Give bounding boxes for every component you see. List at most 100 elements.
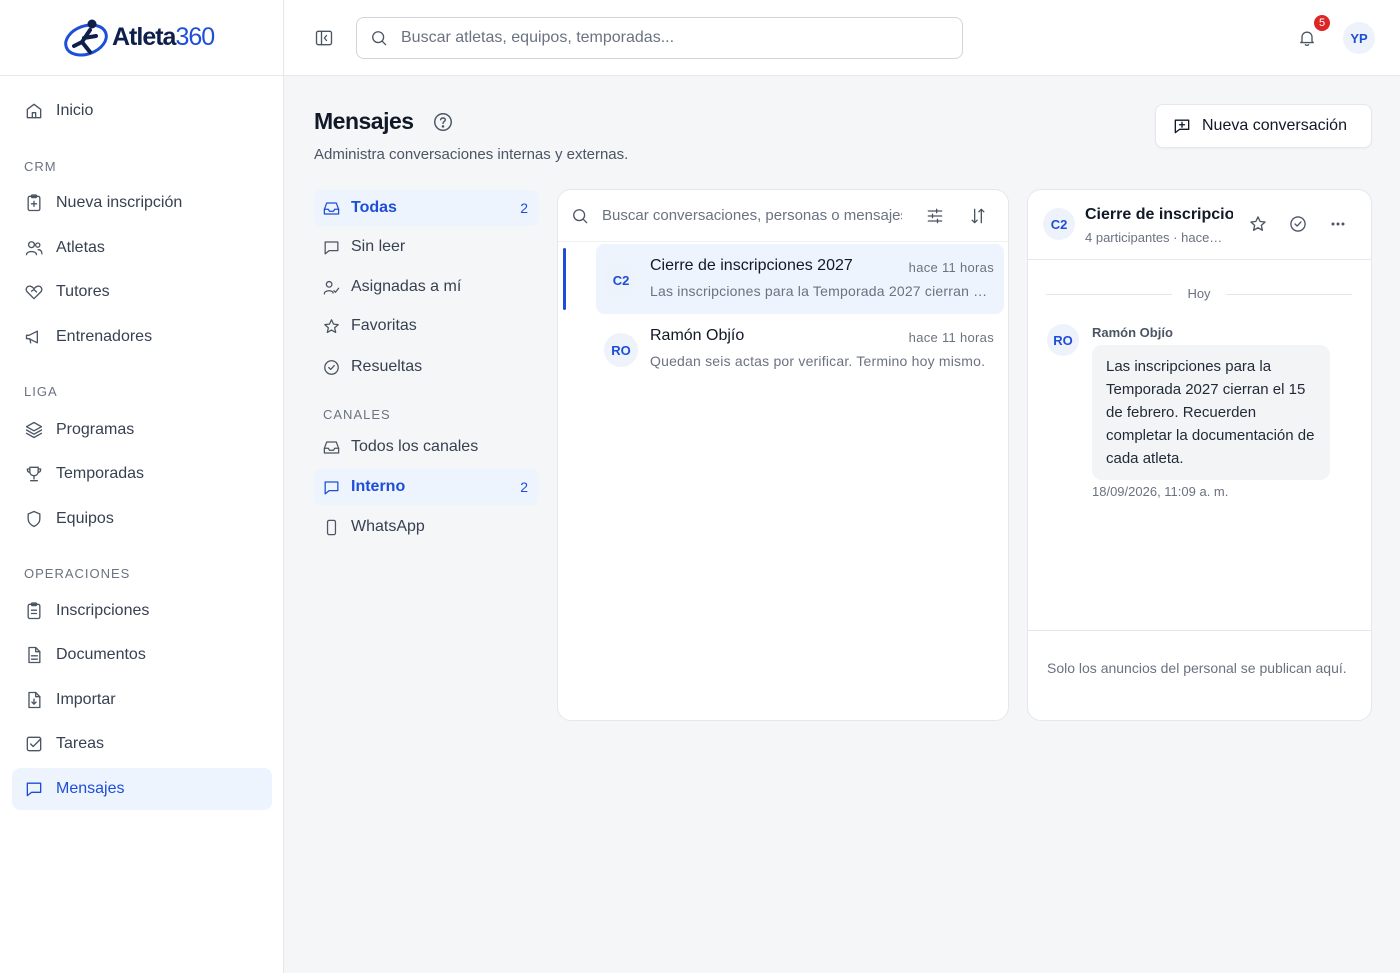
heart-handshake-icon <box>25 285 43 300</box>
channel-label: WhatsApp <box>351 518 425 535</box>
filter-resueltas[interactable]: Resueltas <box>314 349 538 385</box>
composer-notice: Solo los anuncios del personal se public… <box>1028 630 1371 720</box>
athlete-logo-icon <box>64 19 108 56</box>
users-icon <box>25 241 43 256</box>
conversation-participants: 4 participantes · hace 11 horas <box>1085 230 1225 245</box>
conversation-item[interactable]: C2 Cierre de inscripciones 2027 hace 11 … <box>596 244 1004 314</box>
global-search[interactable] <box>356 17 963 59</box>
filter-label: Asignadas a mí <box>351 278 462 295</box>
nav-item-mensajes[interactable]: Mensajes <box>12 768 272 810</box>
sidebar: Atleta360 Inicio CRM Nueva inscripción A… <box>0 0 284 973</box>
filter-todas[interactable]: Todas 2 <box>314 190 538 226</box>
filter-asignadas[interactable]: Asignadas a mí <box>314 269 538 305</box>
topbar: 5 YP <box>284 0 1400 76</box>
conversation-header: C2 Cierre de inscripciones 2027 4 partic… <box>1028 190 1371 260</box>
channel-interno[interactable]: Interno 2 <box>314 469 538 505</box>
brand-name: Atleta360 <box>112 23 215 51</box>
file-import-icon <box>28 691 41 709</box>
new-conversation-button[interactable]: Nueva conversación <box>1155 104 1372 148</box>
channel-todos[interactable]: Todos los canales <box>314 429 538 465</box>
help-button[interactable] <box>432 111 454 133</box>
message-bubble: Las inscripciones para la Temporada 2027… <box>1092 345 1330 480</box>
notifications-button[interactable] <box>1297 28 1317 48</box>
inbox-icon <box>323 440 340 454</box>
conversation-preview: Las inscripciones para la Temporada 2027… <box>650 283 990 299</box>
channel-label: Interno <box>351 478 406 495</box>
user-avatar[interactable]: YP <box>1343 22 1375 54</box>
more-options-button[interactable] <box>1328 214 1348 234</box>
search-icon <box>573 208 588 223</box>
sort-button[interactable] <box>968 206 988 226</box>
filter-favoritas[interactable]: Favoritas <box>314 308 538 344</box>
filter-sin-leer[interactable]: Sin leer <box>314 229 538 265</box>
message-square-icon <box>324 480 339 494</box>
nav-label: Entrenadores <box>56 328 153 345</box>
channel-count: 2 <box>520 479 528 495</box>
channels-heading: CANALES <box>323 407 391 422</box>
message-square-icon <box>324 240 339 254</box>
conversation-time: hace 11 horas <box>908 260 994 275</box>
section-liga: LIGA <box>24 384 58 399</box>
brand-logo[interactable]: Atleta360 <box>0 0 283 76</box>
nav-item-entrenadores[interactable]: Entrenadores <box>12 316 272 358</box>
nav-label: Temporadas <box>56 465 145 482</box>
clipboard-plus-icon <box>27 194 41 212</box>
day-separator: Hoy <box>1046 285 1352 305</box>
conversation-list-panel: C2 Cierre de inscripciones 2027 hace 11 … <box>557 189 1009 721</box>
star-icon <box>1250 216 1266 231</box>
conversation-preview: Quedan seis actas por verificar. Termino… <box>650 353 986 369</box>
clipboard-list-icon <box>27 602 41 620</box>
shield-icon <box>27 510 41 528</box>
conversation-avatar: C2 <box>604 263 638 297</box>
nav-label: Tutores <box>56 283 110 300</box>
nav-label: Tareas <box>56 735 105 752</box>
resolve-button[interactable] <box>1288 214 1308 234</box>
favorite-button[interactable] <box>1248 214 1268 234</box>
nav-item-equipos[interactable]: Equipos <box>12 498 272 540</box>
bell-icon <box>1300 31 1314 46</box>
filter-label: Resueltas <box>351 358 423 375</box>
conversation-title: Ramón Objío <box>650 327 745 344</box>
nav-item-inscripciones[interactable]: Inscripciones <box>12 590 272 632</box>
filter-label: Sin leer <box>351 238 406 255</box>
nav-item-temporadas[interactable]: Temporadas <box>12 453 272 495</box>
global-search-input[interactable] <box>401 29 941 47</box>
notification-badge: 5 <box>1313 14 1331 32</box>
nav-item-programas[interactable]: Programas <box>12 409 272 451</box>
conversation-search-input[interactable] <box>602 207 902 224</box>
help-circle-icon <box>434 113 452 131</box>
nav-item-atletas[interactable]: Atletas <box>12 227 272 269</box>
message-avatar: RO <box>1047 324 1079 356</box>
filter-settings-button[interactable] <box>925 206 945 226</box>
channel-whatsapp[interactable]: WhatsApp <box>314 509 538 545</box>
nav-label: Equipos <box>56 510 114 527</box>
conversation-item[interactable]: RO Ramón Objío hace 11 horas Quedan seis… <box>596 314 1004 384</box>
checkbox-icon <box>26 736 42 752</box>
collapse-sidebar-button[interactable] <box>314 28 334 48</box>
nav-item-tutores[interactable]: Tutores <box>12 271 272 313</box>
nav-item-nueva-inscripcion[interactable]: Nueva inscripción <box>12 182 272 224</box>
nav-item-tareas[interactable]: Tareas <box>12 723 272 765</box>
more-horizontal-icon <box>1331 222 1345 226</box>
conversation-avatar: RO <box>604 333 638 367</box>
smartphone-icon <box>326 519 337 535</box>
nav-item-importar[interactable]: Importar <box>12 679 272 721</box>
page-title: Mensajes <box>314 108 414 134</box>
new-conversation-label: Nueva conversación <box>1202 117 1347 134</box>
nav-item-documentos[interactable]: Documentos <box>12 634 272 676</box>
trophy-icon <box>26 466 42 482</box>
sort-arrows-icon <box>971 208 985 224</box>
conversation-title: Cierre de inscripciones 2027 <box>650 257 853 274</box>
message-plus-icon <box>1174 119 1190 134</box>
nav-label: Inicio <box>56 102 94 119</box>
search-icon <box>372 31 387 46</box>
sliders-icon <box>927 208 943 224</box>
megaphone-icon <box>25 330 38 344</box>
nav-item-inicio[interactable]: Inicio <box>12 90 272 132</box>
conversation-detail-title: Cierre de inscripciones 2027 <box>1085 206 1233 223</box>
nav-label: Importar <box>56 691 116 708</box>
layers-icon <box>25 421 43 439</box>
conversation-detail-panel: C2 Cierre de inscripciones 2027 4 partic… <box>1027 189 1372 721</box>
star-icon <box>324 318 339 333</box>
home-icon <box>26 103 42 119</box>
